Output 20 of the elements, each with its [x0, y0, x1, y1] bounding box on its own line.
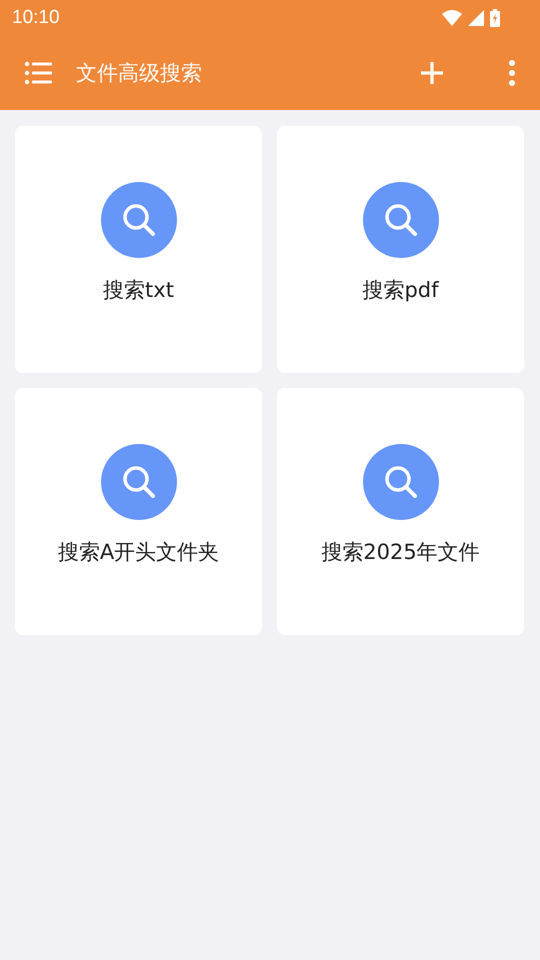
card-label: 搜索2025年文件	[321, 539, 480, 566]
menu-icon[interactable]	[24, 61, 52, 85]
search-icon	[100, 444, 176, 520]
search-card[interactable]: 搜索txt	[15, 126, 262, 373]
more-icon[interactable]	[508, 60, 516, 86]
status-time: 10:10	[12, 7, 60, 29]
search-card[interactable]: 搜索A开头文件夹	[15, 388, 262, 635]
search-icon	[362, 182, 438, 258]
card-label: 搜索A开头文件夹	[58, 539, 220, 566]
battery-icon	[490, 9, 500, 27]
app-title: 文件高级搜索	[76, 60, 203, 87]
card-label: 搜索txt	[103, 277, 174, 304]
search-icon	[100, 182, 176, 258]
wifi-icon	[442, 10, 462, 26]
search-icon	[362, 444, 438, 520]
signal-icon	[468, 10, 484, 26]
add-icon[interactable]	[420, 61, 444, 85]
search-card[interactable]: 搜索2025年文件	[277, 388, 524, 635]
search-card[interactable]: 搜索pdf	[277, 126, 524, 373]
card-label: 搜索pdf	[362, 277, 439, 304]
